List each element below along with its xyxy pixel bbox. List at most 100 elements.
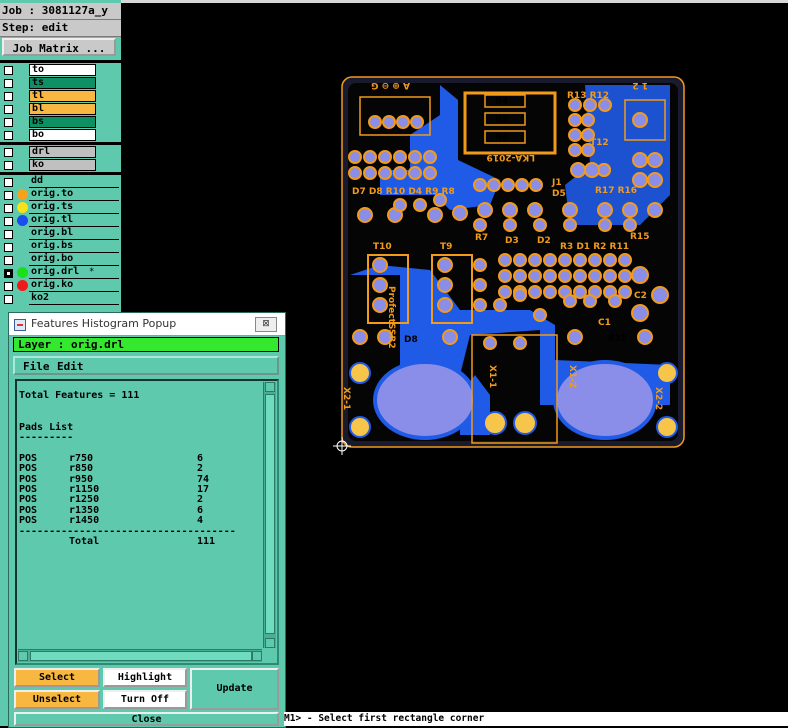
- menu-edit[interactable]: Edit: [57, 359, 84, 374]
- pcb-pad: [473, 258, 487, 272]
- layer-name[interactable]: tl: [29, 90, 96, 102]
- layer-checkbox[interactable]: [4, 148, 13, 157]
- layer-row[interactable]: ko: [0, 159, 121, 172]
- layer-name[interactable]: orig.tl: [29, 215, 119, 227]
- layer-checkbox[interactable]: [4, 204, 13, 213]
- pcb-pad: [423, 150, 437, 164]
- layer-name[interactable]: dd: [29, 176, 119, 188]
- report-text: Total Features = 111 Pads List ---------…: [19, 381, 257, 643]
- layer-name[interactable]: to: [29, 64, 96, 76]
- layer-name[interactable]: orig.ko: [29, 280, 119, 292]
- layer-row[interactable]: ko2: [0, 293, 121, 306]
- layer-name[interactable]: bl: [29, 103, 96, 115]
- layer-color-dot[interactable]: [17, 280, 28, 291]
- pcb-pad: [363, 150, 377, 164]
- pcb-pad: [583, 294, 597, 308]
- board-label: D2: [537, 236, 551, 246]
- layer-name[interactable]: bo: [29, 129, 96, 141]
- pcb-pad: [348, 166, 362, 180]
- vertical-scrollbar[interactable]: [263, 382, 276, 648]
- pad-count: 74: [197, 473, 210, 485]
- layer-checkbox[interactable]: [4, 282, 13, 291]
- close-button[interactable]: Close: [14, 712, 279, 726]
- pcb-pad: [437, 277, 453, 293]
- layer-color-dot[interactable]: [17, 215, 28, 226]
- layer-color-dot[interactable]: [17, 267, 28, 278]
- update-button[interactable]: Update: [190, 668, 279, 710]
- layer-row[interactable]: bs: [0, 116, 121, 129]
- layer-row[interactable]: tl: [0, 90, 121, 103]
- layer-checkbox[interactable]: [4, 178, 13, 187]
- scroll-down-arrow[interactable]: [265, 638, 275, 648]
- layer-checkbox[interactable]: [4, 66, 13, 75]
- layer-checkbox[interactable]: [4, 131, 13, 140]
- scroll-thumb[interactable]: [265, 394, 275, 634]
- pcb-pad: [631, 304, 649, 322]
- crosshair-cursor-icon: [333, 437, 351, 455]
- popup-titlebar[interactable]: Features Histogram Popup ⊠: [9, 313, 285, 336]
- layer-name[interactable]: orig.to: [29, 189, 119, 201]
- layer-checkbox[interactable]: [4, 295, 13, 304]
- pcb-pad: [368, 115, 382, 129]
- layer-checkbox[interactable]: [4, 269, 13, 278]
- pcb-pad: [528, 269, 542, 283]
- close-icon[interactable]: ⊠: [255, 317, 277, 332]
- layer-checkbox[interactable]: [4, 92, 13, 101]
- pcb-pad: [493, 298, 507, 312]
- layer-name[interactable]: ts: [29, 77, 96, 89]
- layer-name[interactable]: orig.bs: [29, 241, 119, 253]
- layer-color-dot[interactable]: [17, 202, 28, 213]
- layer-checkbox[interactable]: [4, 79, 13, 88]
- layer-name[interactable]: orig.bl: [29, 228, 119, 240]
- layer-color-dot[interactable]: [17, 189, 28, 200]
- layer-checkbox[interactable]: [4, 217, 13, 226]
- horizontal-scrollbar[interactable]: [18, 649, 262, 662]
- scroll-right-arrow[interactable]: [252, 651, 262, 661]
- layer-checkbox[interactable]: [4, 243, 13, 252]
- scroll-up-arrow[interactable]: [265, 382, 275, 392]
- select-button[interactable]: Select: [14, 668, 100, 687]
- layer-name[interactable]: orig.ts: [29, 202, 119, 214]
- pcb-pad: [452, 205, 468, 221]
- status-line: M1> - Select first rectangle corner: [284, 712, 788, 726]
- layer-checkbox[interactable]: [4, 230, 13, 239]
- layer-name[interactable]: drl: [29, 146, 96, 158]
- pcb-pad: [567, 329, 583, 345]
- minus-pad: [513, 411, 537, 435]
- layer-name[interactable]: orig.bo: [29, 254, 119, 266]
- layer-checkbox[interactable]: [4, 191, 13, 200]
- unselect-button[interactable]: Unselect: [14, 690, 100, 709]
- pcb-pad: [623, 218, 637, 232]
- layer-row[interactable]: to: [0, 64, 121, 77]
- pcb-pad: [570, 162, 586, 178]
- layer-checkbox[interactable]: [4, 118, 13, 127]
- pad-row: POS r1350 6: [19, 505, 203, 516]
- pad-count: 2: [197, 494, 204, 506]
- board-label: R5: [495, 115, 508, 125]
- hscroll-thumb[interactable]: [30, 651, 252, 661]
- job-matrix-button[interactable]: Job Matrix ...: [2, 38, 116, 56]
- board-label: ProfectSSR2: [386, 286, 396, 349]
- turn-off-button[interactable]: Turn Off: [103, 690, 187, 709]
- layer-name[interactable]: ko2: [29, 293, 119, 305]
- layer-row[interactable]: drl: [0, 146, 121, 159]
- highlight-button[interactable]: Highlight: [103, 668, 187, 687]
- layer-row[interactable]: bo: [0, 129, 121, 142]
- scroll-left-arrow[interactable]: [18, 651, 28, 661]
- layer-name[interactable]: ko: [29, 159, 96, 171]
- layer-name[interactable]: bs: [29, 116, 96, 128]
- menu-file[interactable]: File: [23, 359, 50, 374]
- layer-row[interactable]: orig.ko: [0, 280, 121, 293]
- pcb-pad: [393, 198, 407, 212]
- board-label: X2-1: [341, 387, 351, 410]
- layer-checkbox[interactable]: [4, 161, 13, 170]
- layer-name[interactable]: orig.drl: [29, 267, 119, 279]
- pcb-pad: [378, 166, 392, 180]
- layer-checkbox[interactable]: [4, 256, 13, 265]
- layer-row[interactable]: ts: [0, 77, 121, 90]
- pcb-pad: [584, 162, 600, 178]
- pcb-pad: [647, 202, 663, 218]
- pcb-board-view[interactable]: A ⊕ ⊖ G 1 2 R13 R12 R4 R5 R6 LKA-2019 D7…: [340, 75, 688, 453]
- layer-checkbox[interactable]: [4, 105, 13, 114]
- layer-row[interactable]: bl: [0, 103, 121, 116]
